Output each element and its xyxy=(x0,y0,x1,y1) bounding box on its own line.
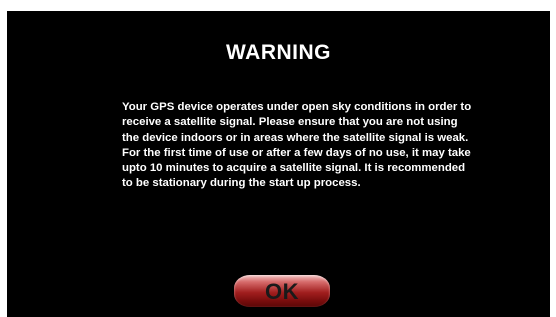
warning-message: Your GPS device operates under open sky … xyxy=(122,100,472,192)
warning-dialog: WARNING Your GPS device operates under o… xyxy=(7,11,550,317)
warning-paragraph-signal: Your GPS device operates under open sky … xyxy=(122,101,472,144)
dialog-title: WARNING xyxy=(226,41,331,64)
warning-paragraph-first-use: For the first time of use or after a few… xyxy=(122,146,471,190)
ok-button-label: OK xyxy=(265,279,299,304)
ok-button[interactable]: OK xyxy=(234,275,330,307)
